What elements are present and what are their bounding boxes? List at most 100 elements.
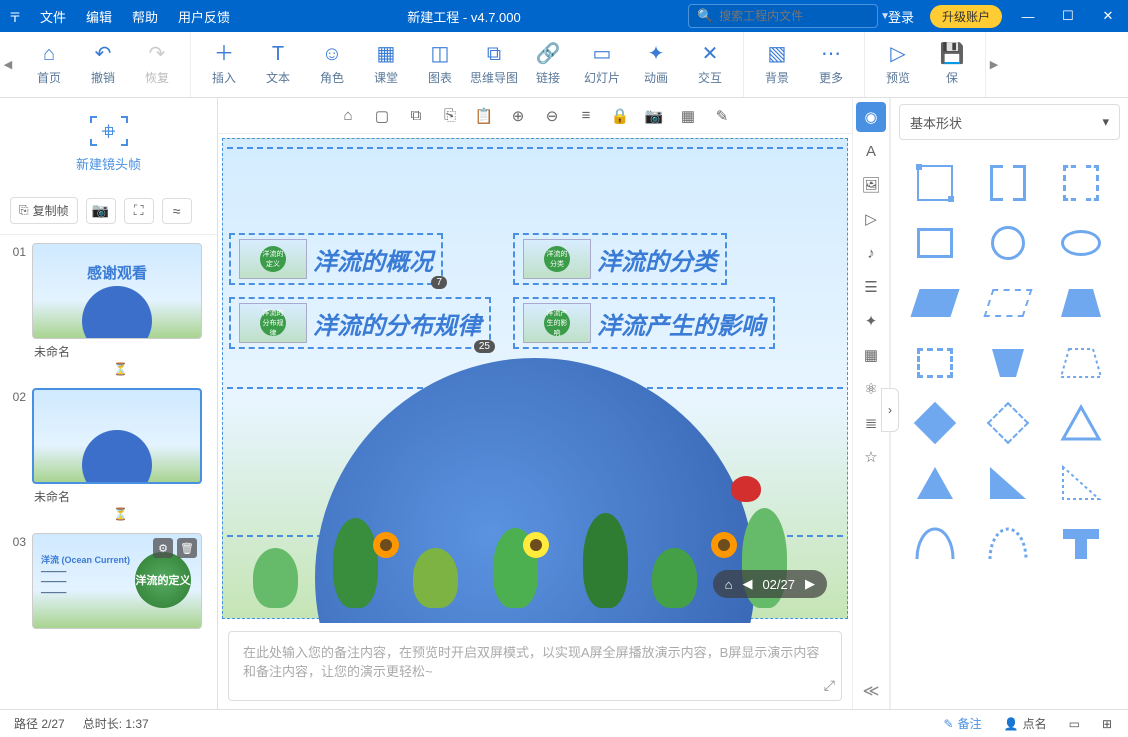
shape-triangle[interactable] [1055,402,1107,444]
align-icon[interactable]: ≡ [576,107,596,124]
menu-edit[interactable]: 编辑 [76,7,122,26]
ribbon-插入[interactable]: ＋插入 [197,43,251,86]
shape-circle[interactable] [982,222,1034,264]
ribbon-图表[interactable]: ◫图表 [413,43,467,86]
shape-t[interactable] [1055,522,1107,564]
ribbon-课堂[interactable]: ▦课堂 [359,43,413,86]
upgrade-button[interactable]: 升级账户 [930,5,1002,28]
cam-icon[interactable]: 📷 [644,107,664,125]
shape-diamond[interactable] [909,402,961,444]
canvas[interactable]: 洋流的定义 洋流的概况 7 洋流的分类 洋流的分类 洋流的分布规律 洋流的分布规… [218,134,852,623]
rail-shapes-icon[interactable]: ◉ [856,102,886,132]
status-notes-button[interactable]: ✎备注 [944,715,982,732]
rail-sparkle-icon[interactable]: ✦ [856,306,886,336]
ribbon-scroll-left[interactable]: ◀ [0,32,16,97]
expand-icon[interactable]: ⤢ [824,677,835,694]
pager-next-icon[interactable]: ▶ [805,576,815,592]
menu-help[interactable]: 帮助 [122,7,168,26]
ribbon-动画[interactable]: ✦动画 [629,43,683,86]
rail-text-icon[interactable]: A [856,136,886,166]
ribbon-保[interactable]: 💾保 [925,43,979,86]
ribbon-scroll-right[interactable]: ▶ [986,32,1002,97]
ribbon-撤销[interactable]: ↶撤销 [76,43,130,86]
shape-right-triangle-dashed[interactable] [1055,462,1107,504]
close-button[interactable]: ✕ [1088,0,1128,32]
rail-play-icon[interactable]: ▷ [856,204,886,234]
slides-panel: ＋ 新建镜头帧 ⎘复制帧 📷 ⛶ ≈ 01 感谢观看 未命名 ⏳ 02 [0,98,218,709]
nav-block-3[interactable]: 洋流的分布规律 洋流的分布规律 25 [229,297,491,349]
shape-triangle-filled[interactable] [909,462,961,504]
pager-prev-icon[interactable]: ◀ [742,576,752,592]
shape-brackets-dashed[interactable] [1055,162,1107,204]
minimize-button[interactable]: — [1008,0,1048,32]
lock-icon[interactable]: 🔒 [610,107,630,125]
nav-block-2[interactable]: 洋流的分类 洋流的分类 [513,233,727,285]
nav-block-4[interactable]: 洋流产生的影响 洋流产生的影响 [513,297,775,349]
shape-ellipse[interactable] [1055,222,1107,264]
login-link[interactable]: 登录 [878,7,924,26]
ribbon-幻灯片[interactable]: ▭幻灯片 [575,43,629,86]
camera-button[interactable]: 📷 [86,198,116,224]
nav-block-1[interactable]: 洋流的定义 洋流的概况 7 [229,233,443,285]
slide-item-2[interactable]: 02 未命名 ⏳ [0,380,217,525]
shape-arc[interactable] [909,522,961,564]
ribbon-交互[interactable]: ✕交互 [683,43,737,86]
layers-icon[interactable]: ⧉ [406,107,426,124]
status-naming-button[interactable]: 👤点名 [1004,715,1047,732]
shape-category-dropdown[interactable]: 基本形状 ▾ [899,104,1120,140]
paste-icon[interactable]: 📋 [474,107,494,125]
slide-delete-icon[interactable]: 🗑 [177,538,197,558]
menu-file[interactable]: 文件 [30,7,76,26]
ribbon-思维导图[interactable]: ⧉思维导图 [467,43,521,86]
shape-rect-dashed[interactable] [909,342,961,384]
status-view1-icon[interactable]: ▭ [1069,717,1080,731]
copy-frame-button[interactable]: ⎘复制帧 [10,197,78,224]
ribbon-背景[interactable]: ▧背景 [750,43,804,86]
copy-icon[interactable]: ⎘ [440,107,460,124]
rail-image-icon[interactable]: 🖼 [856,170,886,200]
home-icon[interactable]: ⌂ [338,107,358,124]
shape-parallelogram[interactable] [909,282,961,324]
shape-parallelogram-dashed[interactable] [982,282,1034,324]
rail-star-icon[interactable]: ☆ [856,442,886,472]
ribbon-文本[interactable]: T文本 [251,43,305,86]
ribbon-链接[interactable]: 🔗链接 [521,43,575,86]
ribbon-预览[interactable]: ▷预览 [871,43,925,86]
shape-brackets[interactable] [982,162,1034,204]
flow-button[interactable]: ≈ [162,198,192,224]
shape-rectangle[interactable] [909,222,961,264]
zoom-out-icon[interactable]: ⊖ [542,107,562,125]
slide-item-3[interactable]: 03 洋流 (Ocean Current)━━━━━━━━━━━━━━━━━━ … [0,525,217,629]
frame-icon[interactable]: ▢ [372,107,392,125]
shape-right-triangle[interactable] [982,462,1034,504]
rail-video-icon[interactable]: ▦ [856,340,886,370]
zoom-in-icon[interactable]: ⊕ [508,107,528,125]
shape-trapezoid[interactable] [1055,282,1107,324]
menu-feedback[interactable]: 用户反馈 [168,7,240,26]
slide-item-1[interactable]: 01 感谢观看 未命名 ⏳ [0,235,217,380]
search-input[interactable] [719,9,874,23]
rail-expand-icon[interactable]: › [881,388,899,432]
grid-icon[interactable]: ▦ [678,107,698,125]
shape-arc-dashed[interactable] [982,522,1034,564]
maximize-button[interactable]: ☐ [1048,0,1088,32]
ribbon-角色[interactable]: ☺角色 [305,43,359,86]
ribbon-首页[interactable]: ⌂首页 [22,43,76,86]
ribbon-恢复[interactable]: ↷恢复 [130,43,184,86]
status-view2-icon[interactable]: ⊞ [1102,717,1112,731]
shape-frame[interactable] [909,162,961,204]
rail-music-icon[interactable]: ♪ [856,238,886,268]
shape-trapezoid-dashed[interactable] [1055,342,1107,384]
edit-icon[interactable]: ✎ [712,107,732,125]
rail-list-icon[interactable]: ☰ [856,272,886,302]
shape-trapezoid2[interactable] [982,342,1034,384]
slide-settings-icon[interactable]: ⚙ [153,538,173,558]
shape-diamond-dashed[interactable] [982,402,1034,444]
pager-home-icon[interactable]: ⌂ [725,577,733,592]
qr-button[interactable]: ⛶ [124,198,154,224]
search-box[interactable]: 🔍 ▼ [688,4,878,28]
new-frame-button[interactable]: ＋ 新建镜头帧 [0,98,217,191]
notes-area[interactable]: 在此处输入您的备注内容，在预览时开启双屏模式，以实现A屏全屏播放演示内容，B屏显… [228,631,842,701]
rail-collapse-icon[interactable]: ≪ [856,679,886,703]
ribbon-更多[interactable]: ⋯更多 [804,43,858,86]
